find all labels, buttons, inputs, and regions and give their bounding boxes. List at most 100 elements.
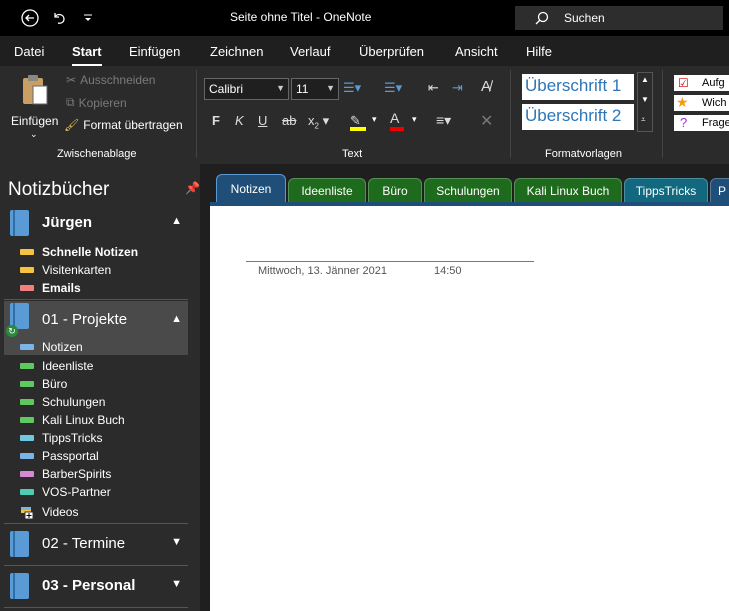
bold-button[interactable]: F xyxy=(212,113,220,128)
chevron-up-icon[interactable]: ▲ xyxy=(171,313,182,325)
section-buero[interactable]: Büro xyxy=(20,375,67,393)
page-canvas[interactable]: Mittwoch, 13. Jänner 2021 14:50 xyxy=(210,206,729,611)
tag-question[interactable]: ? Frage xyxy=(674,115,729,131)
group-divider xyxy=(196,70,197,158)
undo-icon[interactable] xyxy=(47,6,71,30)
search-box[interactable]: Suchen xyxy=(515,6,723,30)
font-size-value: 11 xyxy=(296,82,309,96)
title-underline xyxy=(246,261,534,262)
tag-todo[interactable]: ☑ Aufg xyxy=(674,75,729,91)
section-visitenkarten[interactable]: Visitenkarten xyxy=(20,261,111,279)
style-heading-1[interactable]: Überschrift 1 xyxy=(522,74,634,100)
font-color-icon[interactable]: A xyxy=(390,110,408,131)
copy-button[interactable]: ⧉ Kopieren xyxy=(66,95,127,110)
font-size-select[interactable]: 11 ▼ xyxy=(291,78,339,100)
align-icon[interactable]: ≡▾ xyxy=(436,112,451,129)
notebook-personal[interactable]: 03 - Personal ▼ xyxy=(4,569,188,603)
tab-zeichnen[interactable]: Zeichnen xyxy=(210,44,263,59)
copy-icon: ⧉ xyxy=(66,95,75,109)
pin-icon[interactable]: 📌 xyxy=(185,181,200,195)
clear-formatting-icon[interactable]: A̸ xyxy=(481,78,491,95)
section-notizen[interactable]: Notizen xyxy=(20,338,83,356)
highlight-icon[interactable]: ✎ xyxy=(350,112,368,131)
tab-einfuegen[interactable]: Einfügen xyxy=(129,44,180,59)
tab-datei[interactable]: Datei xyxy=(14,44,44,59)
section-label: Videos xyxy=(42,505,79,519)
subscript-button[interactable]: x2 ▾ xyxy=(308,113,329,131)
onenote-window: Seite ohne Titel - OneNote Suchen Datei … xyxy=(0,0,729,611)
chevron-up-icon[interactable]: ▲ xyxy=(171,215,182,227)
section-icon xyxy=(20,471,34,477)
section-tab-notizen[interactable]: Notizen xyxy=(216,174,286,202)
divider xyxy=(4,565,188,566)
section-vos-partner[interactable]: VOS-Partner xyxy=(20,483,111,501)
section-kali-linux-buch[interactable]: Kali Linux Buch xyxy=(20,411,125,429)
chevron-down-icon[interactable]: ▾ xyxy=(372,114,377,125)
copy-label: Kopieren xyxy=(78,95,127,110)
sync-icon: ↻ xyxy=(6,325,18,337)
section-schnelle-notizen[interactable]: Schnelle Notizen xyxy=(20,243,138,261)
bullets-icon[interactable]: ☰▾ xyxy=(343,80,361,96)
notebook-termine[interactable]: 02 - Termine ▼ xyxy=(4,527,188,561)
italic-button[interactable]: K xyxy=(235,113,244,128)
section-schulungen[interactable]: Schulungen xyxy=(20,393,105,411)
cut-button[interactable]: ✂ Ausschneiden xyxy=(66,73,155,87)
question-icon: ? xyxy=(680,115,688,130)
tab-verlauf[interactable]: Verlauf xyxy=(290,44,330,59)
notebook-juergen[interactable]: Jürgen ▲ xyxy=(4,206,188,240)
strikethrough-button[interactable]: ab xyxy=(282,113,296,128)
style-heading-2[interactable]: Überschrift 2 xyxy=(522,104,634,130)
numbering-icon[interactable]: ☰▾ xyxy=(384,80,402,96)
tab-start[interactable]: Start xyxy=(72,44,102,59)
section-group-videos[interactable]: Videos xyxy=(20,503,78,521)
tab-ueberpruefen[interactable]: Überprüfen xyxy=(359,44,424,59)
section-label: VOS-Partner xyxy=(42,485,111,499)
section-tab-buero[interactable]: Büro xyxy=(368,178,422,202)
chevron-down-icon[interactable]: ▼ xyxy=(171,578,182,590)
section-passportal[interactable]: Passportal xyxy=(20,447,99,465)
star-icon: ★ xyxy=(676,94,689,110)
chevron-down-icon[interactable]: ▼ xyxy=(171,536,182,548)
page-date: Mittwoch, 13. Jänner 2021 xyxy=(258,265,388,277)
tab-ansicht[interactable]: Ansicht xyxy=(455,44,498,59)
section-label: BarberSpirits xyxy=(42,467,112,481)
format-painter-button[interactable]: 🖌 Format übertragen xyxy=(64,118,183,132)
delete-icon[interactable]: ✕ xyxy=(480,111,493,131)
tag-todo-label: Aufg xyxy=(702,77,725,89)
customize-caret-icon[interactable] xyxy=(76,6,100,30)
section-icon xyxy=(20,489,34,495)
search-label: Suchen xyxy=(564,11,605,25)
chevron-down-icon[interactable]: ▾ xyxy=(412,114,417,125)
section-icon xyxy=(20,267,34,273)
group-divider xyxy=(662,70,663,158)
paste-button[interactable]: Einfügen ⌄ xyxy=(10,72,60,142)
page-time: 14:50 xyxy=(434,265,462,277)
section-tab-kali-linux-buch[interactable]: Kali Linux Buch xyxy=(514,178,622,202)
ribbon: Einfügen ⌄ ✂ Ausschneiden ⧉ Kopieren 🖌 F… xyxy=(0,66,729,164)
tag-important[interactable]: ★ Wich xyxy=(674,94,729,111)
section-tab-passportal[interactable]: P xyxy=(710,178,729,202)
increase-indent-icon[interactable]: ⇥ xyxy=(452,80,463,96)
section-ideenliste[interactable]: Ideenliste xyxy=(20,357,93,375)
tag-question-label: Frage xyxy=(702,117,729,129)
decrease-indent-icon[interactable]: ⇤ xyxy=(428,80,439,96)
divider xyxy=(4,299,188,300)
styles-scroll[interactable]: ▲ ▼ ⩡ xyxy=(637,72,653,132)
section-emails[interactable]: Emails xyxy=(20,279,81,297)
back-arrow-icon[interactable] xyxy=(18,6,42,30)
font-family-select[interactable]: Calibri ▼ xyxy=(204,78,289,100)
section-tab-tippstricks[interactable]: TippsTricks xyxy=(624,178,708,202)
section-tab-ideenliste[interactable]: Ideenliste xyxy=(288,178,366,202)
underline-button[interactable]: U xyxy=(258,113,267,128)
section-label: TippsTricks xyxy=(42,431,103,445)
section-icon xyxy=(20,285,34,291)
divider xyxy=(4,523,188,524)
chevron-down-icon: ▼ xyxy=(276,83,285,93)
section-tab-schulungen[interactable]: Schulungen xyxy=(424,178,512,202)
section-tippstricks[interactable]: TippsTricks xyxy=(20,429,102,447)
brush-icon: 🖌 xyxy=(64,118,80,132)
section-label: Ideenliste xyxy=(42,359,94,373)
tab-hilfe[interactable]: Hilfe xyxy=(526,44,552,59)
window-title: Seite ohne Titel - OneNote xyxy=(230,10,372,24)
section-barberspirits[interactable]: BarberSpirits xyxy=(20,465,111,483)
